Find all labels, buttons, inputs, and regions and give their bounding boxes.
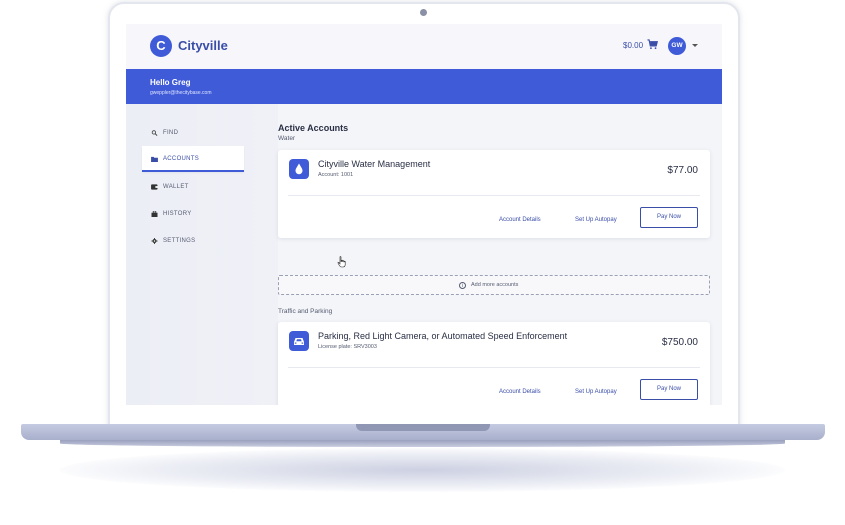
sidebar-item-accounts[interactable]: ACCOUNTS	[142, 146, 244, 172]
top-bar: C Cityville $0.00 GW	[126, 24, 722, 69]
page-title: Active Accounts	[278, 123, 349, 133]
logo-icon[interactable]: C	[150, 35, 172, 57]
wallet-icon	[151, 184, 158, 190]
app-screen: C Cityville $0.00 GW Hello Greg gweppler…	[126, 24, 722, 405]
info-icon: i	[459, 282, 466, 289]
account-amount: $77.00	[667, 165, 698, 176]
laptop-base-bottom	[60, 440, 785, 447]
user-email: gweppler@thecitybase.com	[150, 90, 212, 96]
account-details-link[interactable]: Account Details	[499, 389, 541, 395]
water-drop-icon	[289, 159, 309, 179]
account-card: Parking, Red Light Camera, or Automated …	[278, 322, 710, 405]
sidebar-item-history[interactable]: HISTORY	[142, 201, 244, 227]
divider	[288, 195, 700, 196]
sidebar-item-settings[interactable]: SETTINGS	[142, 228, 244, 254]
pay-now-button[interactable]: Pay Now	[640, 207, 698, 228]
add-accounts-label: Add more accounts	[471, 282, 519, 288]
pointer-cursor-icon	[337, 256, 346, 268]
autopay-link[interactable]: Set Up Autopay	[575, 217, 617, 223]
section-heading: Water	[278, 135, 296, 142]
sidebar-item-label: FIND	[163, 130, 179, 136]
laptop-notch	[356, 424, 490, 431]
divider	[288, 367, 700, 368]
camera-icon	[420, 9, 427, 16]
add-accounts-button[interactable]: i Add more accounts	[278, 275, 710, 295]
car-icon	[289, 331, 309, 351]
folder-icon	[151, 156, 158, 162]
chevron-down-icon[interactable]	[692, 44, 698, 47]
greeting-banner: Hello Greg gweppler@thecitybase.com	[126, 69, 722, 104]
laptop-shadow	[60, 448, 785, 492]
account-detail: Account: 1001	[318, 172, 354, 178]
sidebar: FIND ACCOUNTS WALLET HISTORY SETTINGS	[126, 104, 278, 405]
account-detail: License plate: SRV3003	[318, 344, 377, 350]
account-details-link[interactable]: Account Details	[499, 217, 541, 223]
search-icon	[151, 130, 158, 136]
cart-icon[interactable]	[647, 39, 658, 50]
app-title[interactable]: Cityville	[178, 38, 228, 53]
sidebar-item-label: ACCOUNTS	[163, 156, 200, 162]
account-name: Parking, Red Light Camera, or Automated …	[318, 331, 568, 341]
gear-icon	[151, 238, 158, 244]
sidebar-item-label: HISTORY	[163, 211, 192, 217]
cart-amount[interactable]: $0.00	[623, 41, 643, 50]
autopay-link[interactable]: Set Up Autopay	[575, 389, 617, 395]
greeting-text: Hello Greg	[150, 78, 191, 87]
account-card: Cityville Water Management Account: 1001…	[278, 150, 710, 238]
sidebar-item-label: SETTINGS	[163, 238, 196, 244]
sidebar-item-label: WALLET	[163, 184, 189, 190]
account-amount: $750.00	[661, 337, 698, 348]
sidebar-item-find[interactable]: FIND	[142, 120, 244, 146]
section-heading: Traffic and Parking	[278, 308, 333, 315]
pay-now-button[interactable]: Pay Now	[640, 379, 698, 400]
main-content: Active Accounts Water Cityville Water Ma…	[278, 104, 722, 405]
account-name: Cityville Water Management	[318, 159, 431, 169]
history-icon	[151, 211, 158, 217]
avatar[interactable]: GW	[668, 37, 686, 55]
sidebar-item-wallet[interactable]: WALLET	[142, 174, 244, 200]
